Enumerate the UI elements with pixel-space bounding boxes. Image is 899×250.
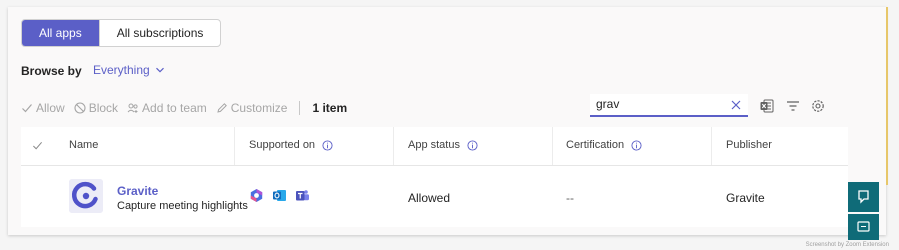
action-toolbar: Allow Block Add to team Customize 1 item [21,97,347,119]
customize-label: Customize [230,101,288,115]
column-separator [552,127,553,165]
info-icon[interactable] [322,139,333,151]
gear-icon[interactable] [810,98,826,114]
app-name-link[interactable]: Gravite [117,184,158,198]
info-icon[interactable] [631,139,642,151]
gravite-logo-icon [69,179,103,213]
certification-value: -- [566,191,574,205]
search-input[interactable] [596,97,716,111]
chat-button[interactable] [848,214,879,240]
add-to-team-button[interactable]: Add to team [127,101,207,115]
allow-button[interactable]: Allow [21,101,65,115]
browse-by-label: Browse by [21,64,82,78]
close-icon[interactable] [730,99,742,111]
column-separator [393,127,394,165]
checkmark-icon [22,104,32,113]
allow-label: Allow [36,101,65,115]
info-icon[interactable] [467,139,478,151]
publisher-name: Gravite [726,191,765,205]
column-header-supported-on[interactable]: Supported on [249,139,333,151]
copilot-icon [250,189,263,202]
column-app-status-label: App status [408,139,460,151]
column-separator [711,127,712,165]
column-supported-on-label: Supported on [249,139,316,151]
people-add-icon [127,103,138,113]
block-icon [74,102,86,114]
column-header-app-status[interactable]: App status [408,139,478,151]
apps-table: Name Supported on App status Certificati… [21,127,848,227]
column-header-publisher[interactable]: Publisher [726,139,772,151]
tab-all-apps[interactable]: All apps [22,20,99,46]
excel-export-icon[interactable] [759,98,775,114]
column-separator [234,127,235,165]
search-box [590,94,748,117]
table-row[interactable]: Gravite Capture meeting highlights Allow… [21,166,848,227]
browse-by-value: Everything [93,63,150,77]
add-to-team-label: Add to team [142,101,207,115]
supported-platforms [249,188,310,203]
app-description: Capture meeting highlights [117,200,248,212]
feedback-button[interactable] [848,182,879,212]
column-header-certification[interactable]: Certification [566,139,642,151]
teams-icon [296,190,309,201]
chevron-down-icon [155,67,164,73]
tab-switcher: All apps All subscriptions [21,19,222,47]
table-header: Name Supported on App status Certificati… [21,127,848,166]
app-frame: All apps All subscriptions Browse by Eve… [8,7,886,235]
browse-by-dropdown[interactable]: Everything [93,63,165,77]
column-certification-label: Certification [566,139,625,151]
select-all-checkmark-icon[interactable] [32,140,43,151]
filter-icon[interactable] [785,98,801,114]
outlook-icon [273,190,286,201]
app-status: Allowed [408,191,451,205]
watermark: Screenshot by Zoom Extension [805,242,889,248]
column-header-name[interactable]: Name [69,139,98,151]
toolbar-divider [299,101,301,115]
customize-button[interactable]: Customize [216,101,288,115]
item-count: 1 item [312,101,348,115]
block-label: Block [88,101,119,115]
block-button[interactable]: Block [74,101,118,115]
scroll-accent-bar [886,7,888,185]
column-name-label: Name [69,139,99,151]
column-publisher-label: Publisher [726,139,772,151]
tab-all-subscriptions[interactable]: All subscriptions [98,20,221,46]
pencil-icon [217,103,227,113]
